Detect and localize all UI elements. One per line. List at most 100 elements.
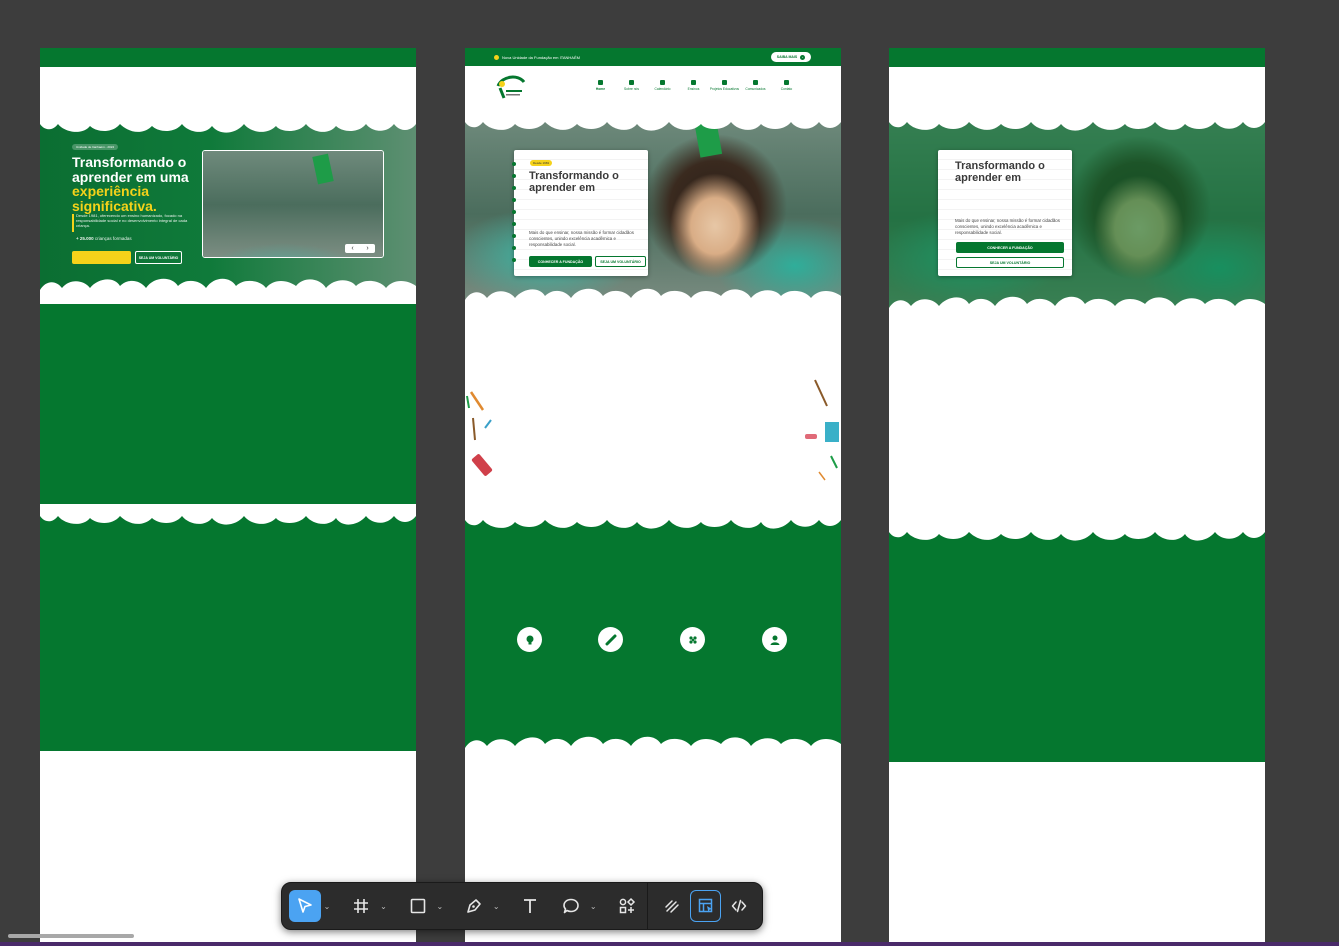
nav-about[interactable]: Sobre nós [616, 80, 647, 91]
actions-icon [620, 897, 636, 914]
toolbar-divider [647, 882, 649, 930]
card-title-line2: aprender em [955, 172, 1022, 185]
photo-girl [203, 151, 383, 257]
hero-stat: + 25.000 crianças formadas [76, 236, 132, 242]
green-section [889, 530, 1265, 762]
move-tool[interactable] [289, 890, 321, 922]
palette-glyph [688, 635, 697, 644]
spiral-dot [512, 234, 516, 238]
code-icon [731, 899, 747, 913]
design-frame-1[interactable]: Unidade de Itanhaém - 2024 Transformando… [40, 48, 416, 946]
cloud-divider-features-bottom [465, 732, 841, 762]
spiral-dot [512, 186, 516, 190]
nav-teaching[interactable]: Ensinos [678, 80, 709, 91]
dev-mode-toggle[interactable] [723, 890, 755, 922]
logo[interactable] [492, 72, 528, 100]
card-title: Transformando o aprender em [955, 160, 1045, 185]
chevron-down-icon[interactable]: ⌄ [433, 890, 446, 922]
spiral-dot [512, 246, 516, 250]
design-frame-2[interactable]: Nova Unidade da Fundação em ITANHAÉM SAI… [465, 48, 841, 946]
nav-label: Sobre nós [623, 87, 640, 91]
shape-tool[interactable] [402, 890, 434, 922]
know-foundation-button[interactable]: CONHECER A FUNDAÇÃO [529, 256, 592, 267]
nav-home[interactable]: Home [585, 80, 616, 91]
pen-tool[interactable] [458, 890, 490, 922]
heart-icon [753, 80, 758, 85]
card-title: Transformando o aprender em [529, 170, 619, 195]
design-mode-icon [698, 898, 712, 913]
text-tool[interactable] [515, 890, 547, 922]
frame-icon [354, 899, 369, 913]
chevron-down-icon[interactable]: ⌄ [490, 890, 503, 922]
calendar-icon [660, 80, 665, 85]
carousel-next-icon[interactable]: › [366, 245, 368, 252]
lightbulb-icon[interactable] [517, 627, 542, 652]
nav-calendar[interactable]: Calendário [647, 80, 678, 91]
card-tag: Desde 1981 [530, 160, 553, 166]
nav-projects[interactable]: Projetos Educativos [709, 80, 740, 91]
green-section-1 [40, 304, 416, 504]
info-icon [629, 80, 634, 85]
volunteer-button[interactable]: SEJA UM VOLUNTÁRIO [956, 257, 1064, 268]
frame-tool[interactable] [345, 890, 377, 922]
cloud-divider-bottom [40, 274, 416, 304]
design-frame-3[interactable]: Transformando o aprender em Mais do que … [889, 48, 1265, 946]
cloud-divider-bottom [889, 292, 1265, 322]
hero-card: Desde 1981 Transformando o aprender em M… [512, 150, 648, 276]
announcement-bar: Nova Unidade da Fundação em ITANHAÉM SAI… [465, 48, 841, 66]
primary-cta-button[interactable] [72, 251, 131, 264]
brush-glyph [605, 634, 616, 645]
mail-icon [784, 80, 789, 85]
green-section-2 [40, 506, 416, 751]
pen-icon [467, 899, 481, 913]
text-icon [524, 899, 537, 913]
cloud-divider-section [889, 520, 1265, 550]
learn-more-button[interactable]: SAIBA MAIS › [771, 52, 811, 62]
window-bottom-edge [0, 942, 1339, 946]
announcement-text: Nova Unidade da Fundação em ITANHAÉM [502, 55, 580, 60]
know-foundation-button[interactable]: CONHECER A FUNDAÇÃO [956, 242, 1064, 253]
palette-icon[interactable] [680, 627, 705, 652]
nav-news[interactable]: Comunicados [740, 80, 771, 91]
carousel-prev-icon[interactable]: ‹ [351, 245, 353, 252]
comment-tool[interactable] [555, 890, 587, 922]
user-check-icon[interactable] [762, 627, 787, 652]
lightbulb-glyph [526, 635, 533, 644]
learn-more-label: SAIBA MAIS [776, 55, 798, 59]
stat-label: crianças formadas [94, 236, 132, 241]
spiral-dot [512, 258, 516, 262]
hero-photo: ‹ › [202, 150, 384, 258]
school-supplies-right [805, 379, 839, 481]
actions-tool[interactable] [612, 890, 644, 922]
volunteer-button[interactable]: SEJA UM VOLUNTÁRIO [595, 256, 646, 267]
spiral-dot [512, 222, 516, 226]
hero-title-line2: aprender em uma [72, 168, 189, 185]
brush-icon[interactable] [598, 627, 623, 652]
spiral-dot [512, 174, 516, 178]
card-title-line2: aprender em [529, 182, 596, 195]
chevron-down-icon[interactable]: ⌄ [377, 890, 390, 922]
nav-label: Ensinos [687, 87, 700, 91]
volunteer-button[interactable]: SEJA UM VOLUNTÁRIO [135, 251, 182, 264]
design-toolbar: ⌄ ⌄ ⌄ ⌄ ⌄ [281, 882, 763, 930]
hero-description: Desde 1981, oferecendo um ensino humaniz… [76, 213, 188, 229]
main-nav: Home Sobre nós Calendário Ensinos Projet… [585, 80, 802, 91]
spiral-dot [512, 198, 516, 202]
quote-bar [72, 214, 74, 232]
chevron-down-icon[interactable]: ⌄ [321, 890, 334, 922]
chevron-down-icon[interactable]: ⌄ [587, 890, 600, 922]
home-icon [598, 80, 603, 85]
hero-title-highlight1: experiência [72, 183, 150, 200]
cloud-divider-bottom [465, 284, 841, 314]
nav-label: Comunicados [745, 87, 766, 91]
horizontal-scrollbar[interactable] [8, 934, 134, 938]
nav-contact[interactable]: Contato [771, 80, 802, 91]
draw-mode-toggle[interactable] [656, 890, 688, 922]
card-title-line1: Transformando o [955, 160, 1045, 172]
cloud-divider-top [465, 108, 841, 138]
cloud-divider-section [40, 504, 416, 534]
user-check-glyph [770, 635, 779, 645]
design-mode-toggle[interactable] [689, 890, 722, 922]
announcement-dot-icon [494, 55, 499, 60]
hero-title: Transformando o aprender em uma experiên… [72, 155, 189, 214]
